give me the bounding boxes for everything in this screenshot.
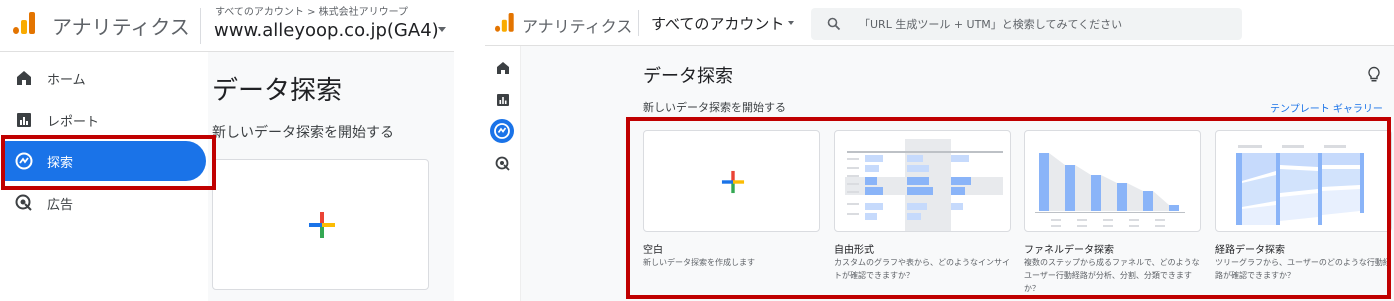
analytics-logo-icon[interactable] (13, 12, 35, 34)
page-title: データ探索 (643, 66, 733, 87)
nav-item-home[interactable]: ホーム (0, 58, 208, 98)
search-bar[interactable]: 「URL 生成ツール + UTM」と検索してみてください (811, 8, 1242, 40)
chevron-down-icon[interactable] (438, 27, 446, 32)
left-header: アナリティクス すべてのアカウント > 株式会社アリウープ www.alleyo… (0, 0, 454, 52)
app-title[interactable]: アナリティクス (52, 11, 190, 40)
section-subtitle: 新しいデータ探索を開始する (643, 101, 786, 114)
nav-item-reports[interactable]: レポート (0, 100, 208, 140)
home-icon (17, 71, 31, 85)
screenshot-root: アナリティクス すべてのアカウント > 株式会社アリウープ www.alleyo… (0, 0, 1394, 301)
nav-rail (485, 46, 521, 301)
search-icon (827, 17, 841, 31)
page-title: データ探索 (212, 76, 343, 106)
search-input[interactable]: 「URL 生成ツール + UTM」と検索してみてください (859, 16, 1122, 32)
reports-icon[interactable] (493, 90, 513, 110)
section-subtitle: 新しいデータ探索を開始する (212, 125, 394, 141)
analytics-logo-icon[interactable] (495, 13, 514, 32)
blank-exploration-card[interactable] (212, 159, 429, 290)
header-divider (638, 10, 639, 36)
reports-icon (17, 113, 31, 127)
home-icon[interactable] (493, 58, 513, 78)
account-selector[interactable]: すべてのアカウント (651, 13, 784, 34)
advertising-icon[interactable] (493, 154, 513, 174)
nav-item-label: ホーム (47, 73, 86, 88)
plus-icon (309, 212, 335, 238)
explore-icon[interactable] (490, 119, 514, 143)
highlight-box (1, 135, 216, 190)
nav-item-label: レポート (47, 115, 100, 130)
header-divider (200, 8, 201, 44)
property-selector[interactable]: www.alleyoop.co.jp(GA4) (214, 20, 439, 41)
lightbulb-icon[interactable] (1367, 66, 1381, 84)
highlight-box (626, 117, 1391, 299)
advertising-icon (15, 194, 32, 211)
nav-item-label: 広告 (47, 198, 74, 213)
left-main-content: データ探索 新しいデータ探索を開始する (208, 52, 454, 301)
template-gallery-link[interactable]: テンプレート ギャラリー (1270, 100, 1383, 115)
app-title[interactable]: アナリティクス (522, 13, 632, 37)
chevron-down-icon[interactable] (788, 21, 794, 25)
breadcrumb[interactable]: すべてのアカウント > 株式会社アリウープ (215, 3, 408, 18)
right-header: アナリティクス すべてのアカウント 「URL 生成ツール + UTM」と検索して… (485, 0, 1394, 46)
